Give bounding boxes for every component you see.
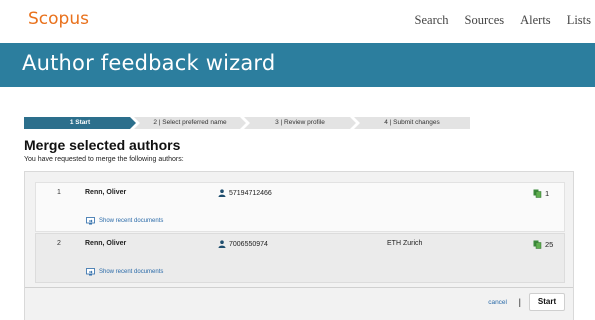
step-submit-changes: 4 | Submit changes — [354, 117, 470, 129]
author-id[interactable]: 57194712466 — [218, 189, 272, 197]
show-recent-documents-link[interactable]: Show recent documents — [86, 268, 163, 276]
document-count[interactable]: 25 — [533, 240, 553, 249]
authors-panel: 1 Renn, Oliver 57194712466 1 Show recent… — [24, 171, 574, 320]
start-button[interactable]: Start — [529, 293, 565, 311]
cancel-link[interactable]: cancel — [488, 299, 507, 306]
monitor-arrow-icon — [86, 217, 95, 225]
documents-icon — [533, 240, 542, 249]
step-start: 1 Start — [24, 117, 136, 129]
page-banner: Author feedback wizard — [0, 43, 595, 87]
author-row: 1 Renn, Oliver 57194712466 1 Show recent… — [35, 182, 565, 232]
step-select-name: 2 | Select preferred name — [134, 117, 246, 129]
step-submit-changes-label: 4 | Submit changes — [384, 119, 440, 126]
author-id[interactable]: 7006550974 — [218, 240, 268, 248]
author-affiliation: ETH Zurich — [387, 240, 423, 247]
documents-icon — [533, 189, 542, 198]
show-recent-documents-link[interactable]: Show recent documents — [86, 217, 163, 225]
nav-sources[interactable]: Sources — [465, 13, 505, 28]
person-icon — [218, 189, 226, 197]
section-heading: Merge selected authors — [24, 137, 181, 153]
nav-search[interactable]: Search — [415, 13, 449, 28]
show-recent-documents-label[interactable]: Show recent documents — [99, 218, 163, 224]
step-review-profile-label: 3 | Review profile — [275, 119, 325, 126]
top-bar: Scopus Search Sources Alerts Lists — [0, 0, 595, 40]
document-count[interactable]: 1 — [533, 189, 549, 198]
document-count-value[interactable]: 1 — [545, 189, 549, 198]
wizard-steps: 1 Start 2 | Select preferred name 3 | Re… — [24, 117, 470, 129]
step-select-name-label: 2 | Select preferred name — [153, 119, 227, 126]
footer-separator: | — [518, 297, 521, 307]
author-row-number: 2 — [57, 240, 61, 247]
author-row-number: 1 — [57, 189, 61, 196]
nav-lists[interactable]: Lists — [567, 13, 591, 28]
person-icon — [218, 240, 226, 248]
monitor-arrow-icon — [86, 268, 95, 276]
step-review-profile: 3 | Review profile — [244, 117, 356, 129]
page-title: Author feedback wizard — [22, 51, 276, 75]
section-subheading: You have requested to merge the followin… — [24, 156, 184, 163]
author-name: Renn, Oliver — [85, 240, 127, 247]
panel-footer: cancel | Start — [25, 287, 573, 320]
main-nav: Search Sources Alerts Lists — [415, 13, 591, 28]
nav-alerts[interactable]: Alerts — [520, 13, 551, 28]
show-recent-documents-label[interactable]: Show recent documents — [99, 269, 163, 275]
scopus-logo[interactable]: Scopus — [28, 9, 89, 29]
document-count-value[interactable]: 25 — [545, 240, 553, 249]
author-name: Renn, Oliver — [85, 189, 127, 196]
step-start-label: 1 Start — [69, 119, 91, 126]
author-id-value[interactable]: 57194712466 — [229, 190, 272, 197]
author-id-value[interactable]: 7006550974 — [229, 241, 268, 248]
author-row: 2 Renn, Oliver 7006550974 ETH Zurich 25 … — [35, 233, 565, 283]
